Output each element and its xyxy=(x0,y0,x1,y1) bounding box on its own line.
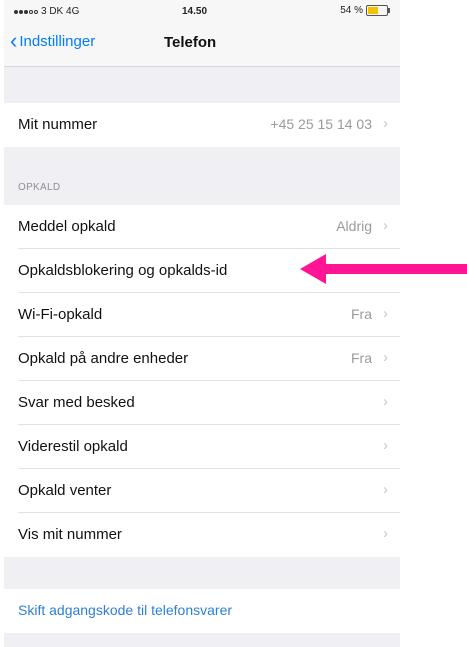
chevron-right-icon: › xyxy=(383,393,388,410)
section-header-opkald: OPKALD xyxy=(18,182,61,193)
chevron-left-icon: ‹ xyxy=(10,28,18,53)
back-label: Indstillinger xyxy=(19,32,96,50)
row-label: Opkald på andre enheder xyxy=(18,350,189,367)
row-reply-with-message[interactable]: Svar med besked › xyxy=(4,381,400,425)
row-label: Vis mit nummer xyxy=(18,526,122,543)
row-label: Opkald venter xyxy=(18,482,112,499)
navigation-bar: ‹ Indstillinger Telefon xyxy=(4,22,400,67)
chevron-right-icon: › xyxy=(383,349,388,366)
row-value: Fra xyxy=(351,306,372,322)
status-bar: 3 DK 4G 14.50 54 % xyxy=(4,0,400,22)
chevron-right-icon: › xyxy=(383,217,388,234)
row-show-my-number[interactable]: Vis mit nummer › xyxy=(4,513,400,557)
settings-screen: 3 DK 4G 14.50 54 % ‹ Indstillinger Telef… xyxy=(4,0,400,647)
row-label: Opkaldsblokering og opkalds-id xyxy=(18,262,228,279)
row-call-forwarding[interactable]: Viderestil opkald › xyxy=(4,425,400,469)
signal-strength-icon xyxy=(14,9,38,14)
row-label: Mit nummer xyxy=(18,116,98,133)
battery-percent: 54 % xyxy=(340,5,363,16)
back-button[interactable]: ‹ Indstillinger xyxy=(10,30,95,52)
chevron-right-icon: › xyxy=(383,437,388,454)
row-calls-other-devices[interactable]: Opkald på andre enheder Fra › xyxy=(4,337,400,381)
row-call-waiting[interactable]: Opkald venter › xyxy=(4,469,400,513)
row-value: Fra xyxy=(351,350,372,366)
battery-indicator: 54 % xyxy=(340,5,390,16)
row-meddel-opkald[interactable]: Meddel opkald Aldrig › xyxy=(4,205,400,249)
my-number-row[interactable]: Mit nummer +45 25 15 14 03 › xyxy=(4,103,400,147)
voicemail-password-link[interactable]: Skift adgangskode til telefonsvarer xyxy=(18,602,232,618)
annotation-arrow-icon xyxy=(300,254,467,284)
row-value: +45 25 15 14 03 xyxy=(270,116,372,132)
status-time: 14.50 xyxy=(182,6,208,17)
row-value: Aldrig xyxy=(336,218,372,234)
chevron-right-icon: › xyxy=(383,305,388,322)
row-voicemail-password[interactable]: Skift adgangskode til telefonsvarer xyxy=(4,589,400,633)
page-title: Telefon xyxy=(164,34,217,51)
chevron-right-icon: › xyxy=(383,481,388,498)
carrier-name: 3 DK 4G xyxy=(41,6,80,17)
row-wifi-opkald[interactable]: Wi-Fi-opkald Fra › xyxy=(4,293,400,337)
carrier-info: 3 DK 4G xyxy=(14,6,79,17)
row-label: Wi-Fi-opkald xyxy=(18,306,103,323)
chevron-right-icon: › xyxy=(383,115,388,132)
row-label: Meddel opkald xyxy=(18,218,116,235)
chevron-right-icon: › xyxy=(383,525,388,542)
row-label: Viderestil opkald xyxy=(18,438,128,455)
battery-icon xyxy=(366,5,390,16)
row-label: Svar med besked xyxy=(18,394,135,411)
